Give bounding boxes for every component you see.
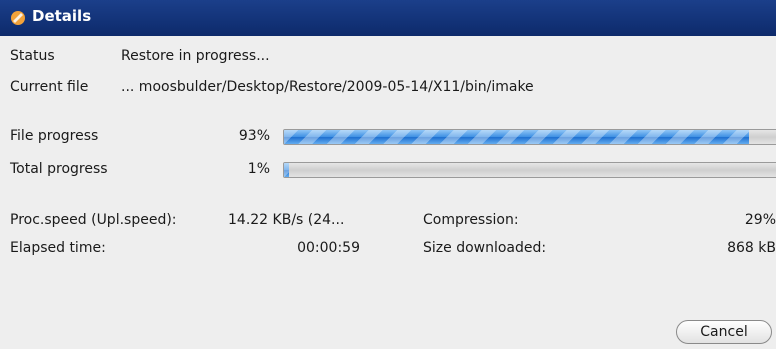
file-progress-fill: [284, 130, 749, 144]
size-downloaded-label: Size downloaded:: [423, 240, 547, 256]
total-progress-label: Total progress: [10, 161, 108, 177]
size-downloaded-value: 868 kB: [727, 240, 776, 256]
proc-speed-label: Proc.speed (Upl.speed):: [10, 212, 177, 228]
proc-speed-value: 14.22 KB/s (24...: [228, 212, 345, 228]
compression-label: Compression:: [423, 212, 519, 228]
current-file-label: Current file: [10, 79, 89, 95]
file-progress-label: File progress: [10, 128, 99, 144]
total-progress-fill: [284, 163, 289, 177]
file-progress-bar: [283, 129, 776, 145]
current-file-value: ... moosbulder/Desktop/Restore/2009-05-1…: [121, 79, 534, 95]
status-label: Status: [10, 48, 55, 64]
elapsed-time-value: 00:00:59: [297, 240, 360, 256]
window-title: Details: [32, 7, 92, 25]
app-icon: [11, 11, 25, 25]
compression-value: 29%: [744, 212, 776, 228]
file-progress-percent: 93%: [238, 128, 270, 144]
cancel-button[interactable]: Cancel: [676, 320, 772, 344]
title-bar: Details: [0, 0, 776, 36]
total-progress-bar: [283, 162, 776, 178]
status-value: Restore in progress...: [121, 48, 270, 64]
total-progress-percent: 1%: [247, 161, 270, 177]
elapsed-time-label: Elapsed time:: [10, 240, 106, 256]
